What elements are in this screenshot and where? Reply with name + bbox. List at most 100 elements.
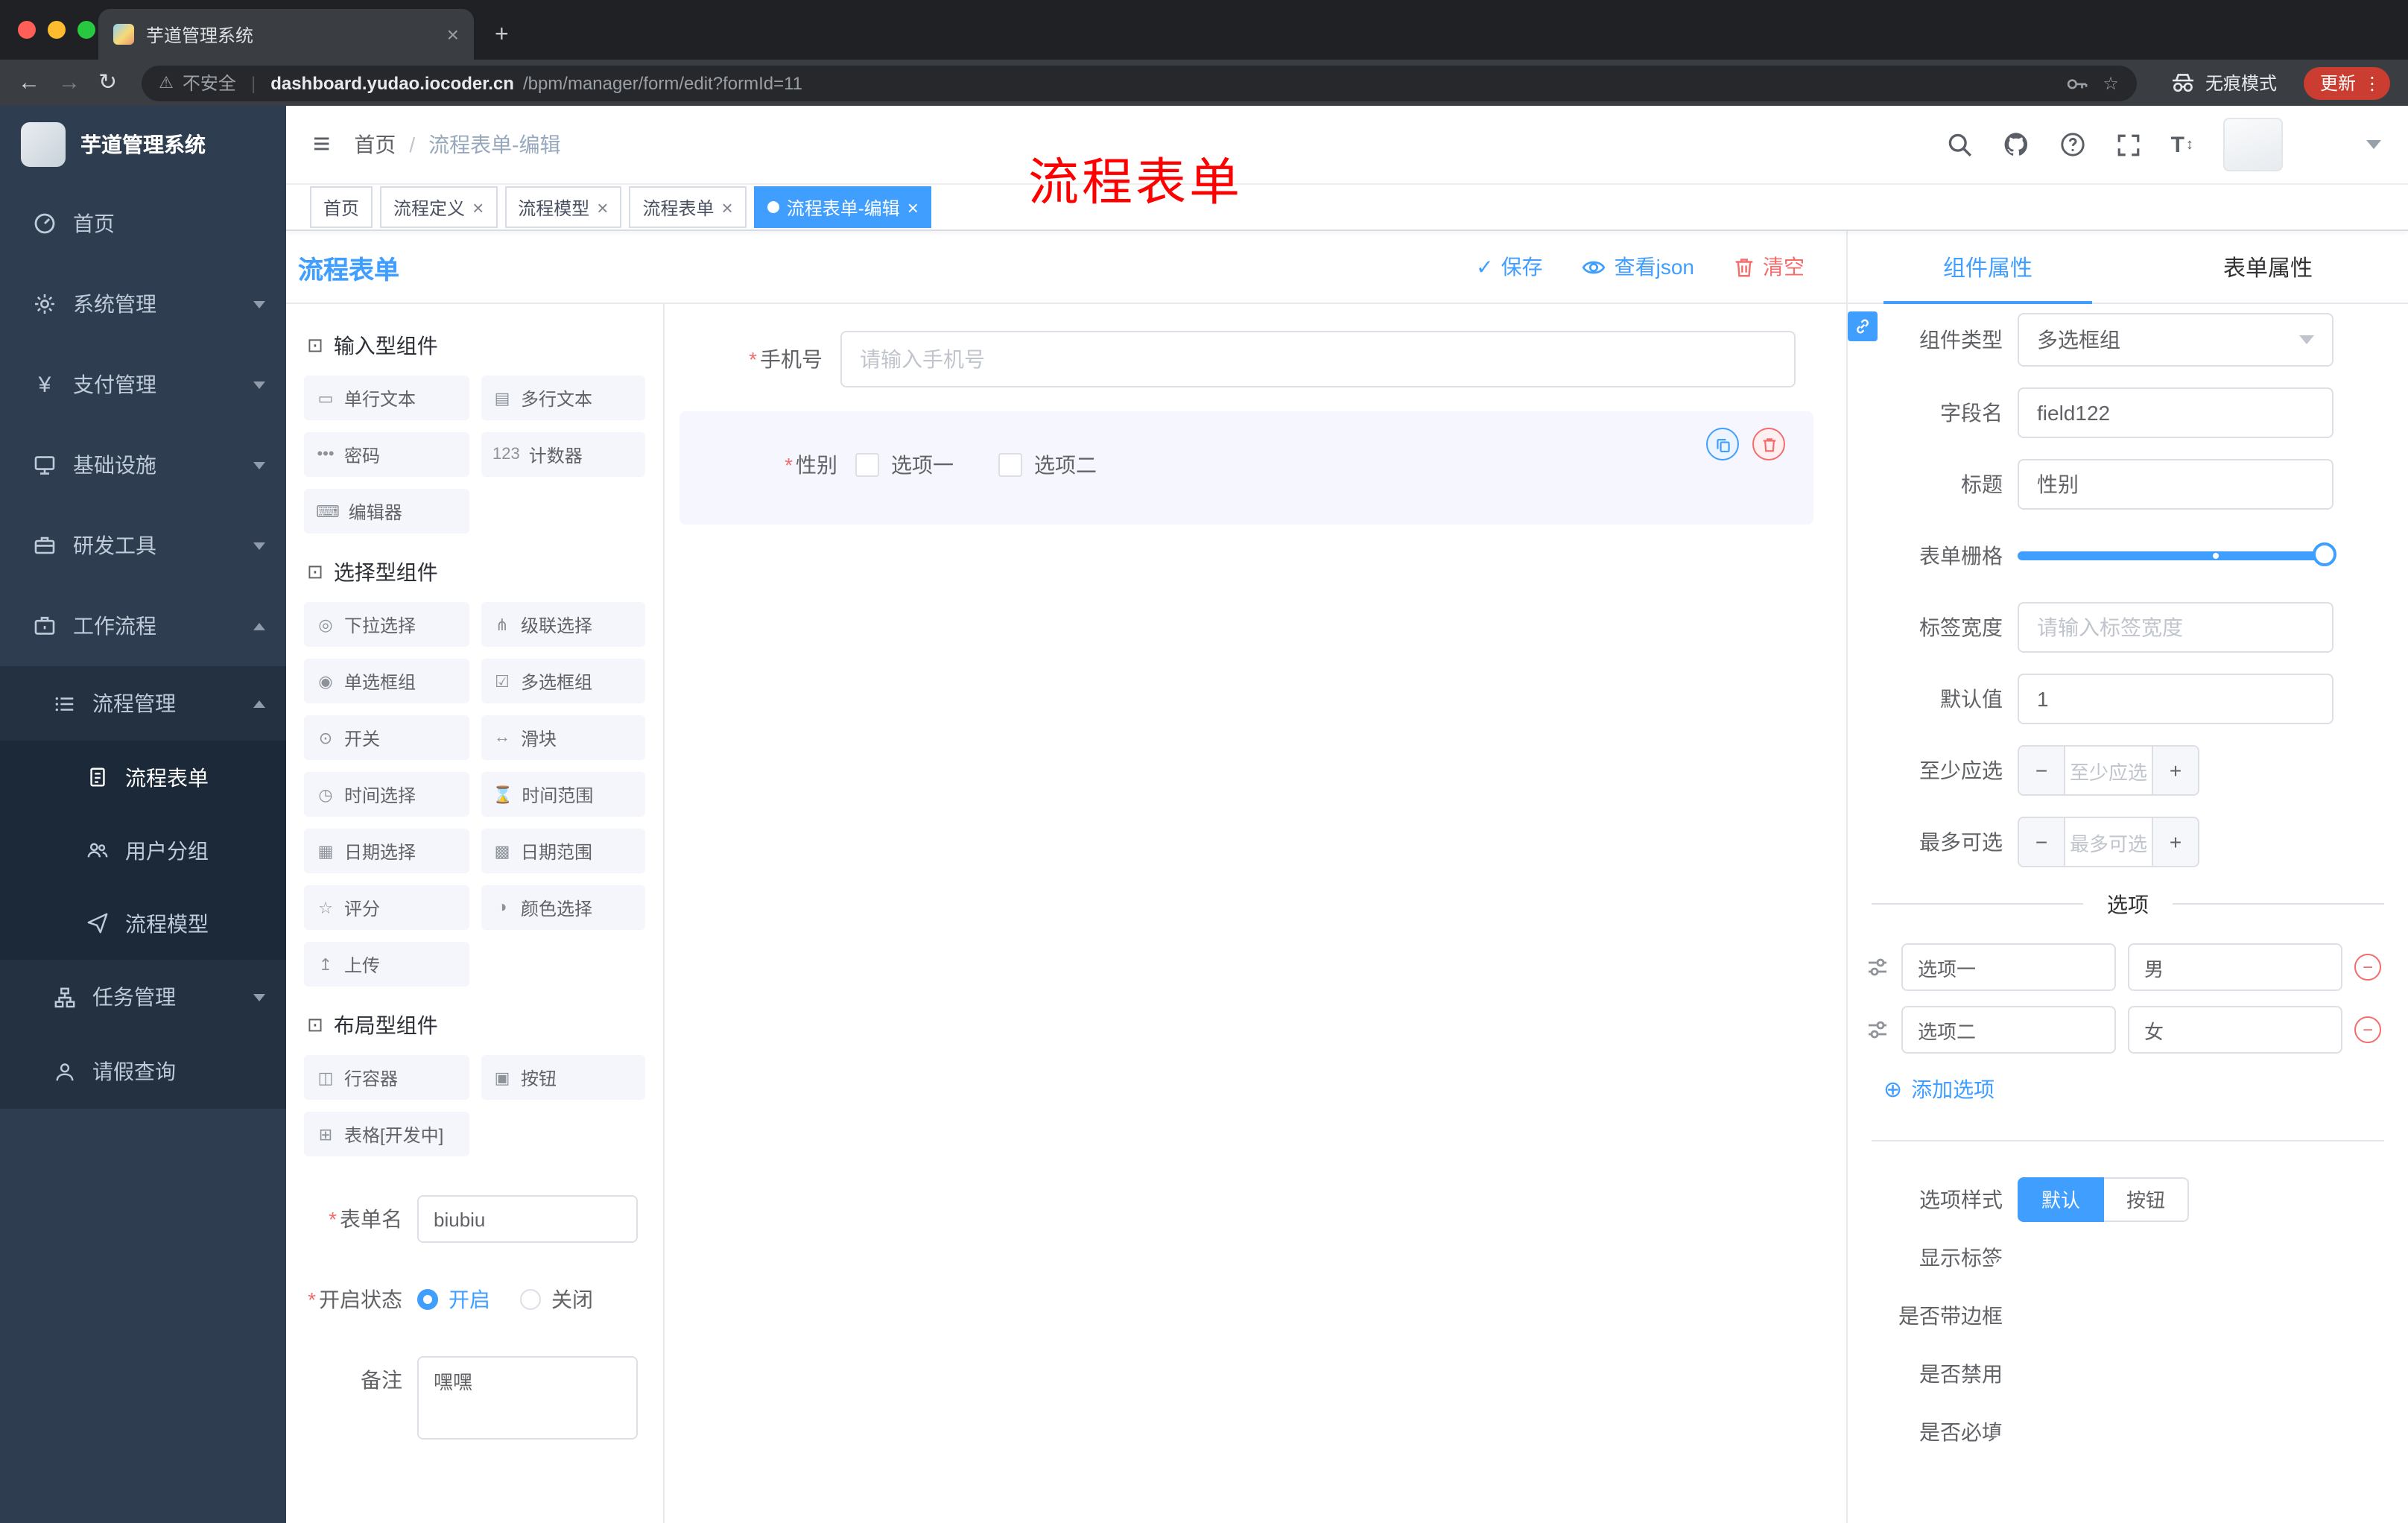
option-label-input[interactable]: [1901, 1006, 2116, 1054]
tag-process-model[interactable]: 流程模型 ×: [504, 186, 622, 228]
link-field-button[interactable]: [1848, 311, 1878, 341]
font-size-icon[interactable]: T ↕: [2171, 132, 2193, 157]
max-select-stepper[interactable]: − 最多可选 +: [2018, 817, 2199, 867]
label-width-input[interactable]: [2018, 602, 2333, 653]
sidebar-item-user-group[interactable]: 用户分组: [0, 814, 286, 887]
palette-item-time-range[interactable]: ⌛ 时间范围: [481, 772, 645, 817]
sidebar-item-process-mgmt[interactable]: 流程管理: [0, 666, 286, 741]
palette-item-textarea[interactable]: ▤ 多行文本: [481, 376, 645, 420]
palette-item-select[interactable]: ◎ 下拉选择: [304, 602, 469, 647]
gender-option-1-checkbox[interactable]: 选项一: [855, 450, 954, 480]
status-on-radio[interactable]: 开启: [417, 1285, 490, 1314]
sidebar-item-home[interactable]: 首页: [0, 183, 286, 264]
palette-item-table[interactable]: ⊞ 表格[开发中]: [304, 1112, 469, 1156]
increase-button[interactable]: +: [2152, 747, 2198, 794]
option-value-input[interactable]: [2128, 943, 2342, 991]
update-button[interactable]: 更新 ⋮: [2303, 66, 2390, 99]
reload-icon[interactable]: ↻: [98, 72, 117, 94]
tag-process-form-edit[interactable]: 流程表单-编辑 ×: [753, 186, 932, 228]
tab-component-props[interactable]: 组件属性: [1848, 231, 2128, 304]
palette-item-color[interactable]: ◑ 颜色选择: [481, 885, 645, 930]
checkbox-box[interactable]: [855, 453, 879, 477]
new-tab-button[interactable]: +: [495, 23, 509, 48]
sidebar-item-leave-query[interactable]: 请假查询: [0, 1034, 286, 1109]
sidebar-logo[interactable]: 芋道管理系统: [0, 106, 286, 183]
dropdown-caret-icon[interactable]: [2366, 140, 2381, 149]
status-off-radio[interactable]: 关闭: [520, 1285, 593, 1314]
avatar[interactable]: [2223, 118, 2283, 171]
palette-item-upload[interactable]: ↥ 上传: [304, 942, 469, 987]
palette-item-checkbox-group[interactable]: ☑ 多选框组: [481, 659, 645, 703]
palette-item-radio-group[interactable]: ◉ 单选框组: [304, 659, 469, 703]
palette-item-cascader[interactable]: ⋔ 级联选择: [481, 602, 645, 647]
fullscreen-icon[interactable]: [2116, 132, 2141, 157]
github-icon[interactable]: [2003, 131, 2030, 158]
sidebar-toggle-icon[interactable]: ≡: [313, 127, 330, 162]
drag-handle-icon[interactable]: [1866, 1018, 1889, 1042]
canvas-field-phone[interactable]: * 手机号: [679, 331, 1796, 387]
add-option-button[interactable]: ⊕ 添加选项: [1883, 1074, 2408, 1104]
option-label-input[interactable]: [1901, 943, 2116, 991]
form-remark-textarea[interactable]: 嘿嘿: [417, 1356, 638, 1440]
browser-menu-icon[interactable]: ⋮: [2363, 72, 2381, 93]
close-icon[interactable]: ×: [907, 196, 919, 218]
field-name-input[interactable]: [2018, 387, 2333, 438]
tag-home[interactable]: 首页: [310, 186, 373, 228]
bookmark-star-icon[interactable]: ☆: [2103, 72, 2119, 93]
form-grid-slider[interactable]: [2018, 531, 2336, 581]
palette-item-editor[interactable]: ⌨ 编辑器: [304, 489, 469, 533]
sidebar-item-payment[interactable]: ¥ 支付管理: [0, 344, 286, 425]
browser-tab[interactable]: 芋道管理系统 ×: [98, 9, 474, 60]
component-type-select[interactable]: 多选框组: [2018, 313, 2333, 367]
close-window-button[interactable]: [18, 21, 36, 39]
style-default-button[interactable]: 默认: [2018, 1177, 2105, 1222]
palette-item-slider[interactable]: ↔ 滑块: [481, 715, 645, 760]
increase-button[interactable]: +: [2152, 818, 2198, 866]
search-icon[interactable]: [1946, 131, 1973, 158]
palette-item-single-text[interactable]: ▭ 单行文本: [304, 376, 469, 420]
sidebar-item-system[interactable]: 系统管理: [0, 264, 286, 344]
sidebar-item-infra[interactable]: 基础设施: [0, 425, 286, 505]
palette-item-time[interactable]: ◷ 时间选择: [304, 772, 469, 817]
address-bar[interactable]: ⚠ 不安全 | dashboard.yudao.iocoder.cn /bpm/…: [141, 65, 2137, 101]
palette-item-counter[interactable]: 123 计数器: [481, 432, 645, 477]
close-icon[interactable]: ×: [597, 196, 608, 218]
decrease-button[interactable]: −: [2019, 747, 2065, 794]
tab-form-props[interactable]: 表单属性: [2128, 231, 2408, 303]
canvas-field-gender-selected[interactable]: * 性别 选项一 选项二: [679, 411, 1813, 525]
tag-process-definition[interactable]: 流程定义 ×: [380, 186, 498, 228]
min-select-stepper[interactable]: − 至少应选 +: [2018, 745, 2199, 796]
form-canvas[interactable]: *手机号 *性别: [665, 304, 1846, 1523]
sidebar-item-workflow[interactable]: 工作流程: [0, 586, 286, 666]
clear-button[interactable]: 清空: [1733, 252, 1805, 282]
palette-item-switch[interactable]: ⊙ 开关: [304, 715, 469, 760]
slider-track[interactable]: [2018, 551, 2322, 560]
gender-option-2-checkbox[interactable]: 选项二: [998, 450, 1097, 480]
palette-item-date-range[interactable]: ▩ 日期范围: [481, 829, 645, 873]
palette-item-password[interactable]: ••• 密码: [304, 432, 469, 477]
form-name-input[interactable]: [417, 1195, 638, 1243]
close-icon[interactable]: ×: [722, 196, 733, 218]
sidebar-item-process-model[interactable]: 流程模型: [0, 887, 286, 960]
drag-handle-icon[interactable]: [1866, 955, 1889, 979]
close-tab-icon[interactable]: ×: [447, 22, 459, 46]
decrease-button[interactable]: −: [2019, 818, 2065, 866]
back-icon[interactable]: ←: [18, 72, 40, 94]
palette-item-rate[interactable]: ☆ 评分: [304, 885, 469, 930]
slider-handle[interactable]: [2313, 542, 2336, 566]
phone-input[interactable]: [840, 331, 1796, 387]
copy-field-button[interactable]: [1706, 428, 1739, 460]
breadcrumb-home[interactable]: 首页: [354, 130, 396, 159]
save-button[interactable]: ✓ 保存: [1476, 252, 1542, 282]
delete-field-button[interactable]: [1752, 428, 1785, 460]
key-icon[interactable]: [2065, 72, 2088, 94]
palette-item-button[interactable]: ▣ 按钮: [481, 1055, 645, 1100]
sidebar-item-task-mgmt[interactable]: 任务管理: [0, 960, 286, 1034]
canvas-field-gender[interactable]: * 性别 选项一 选项二: [694, 450, 1763, 480]
title-input[interactable]: [2018, 459, 2333, 510]
help-icon[interactable]: [2059, 131, 2086, 158]
view-json-button[interactable]: 查看json: [1582, 252, 1694, 282]
sidebar-item-devtools[interactable]: 研发工具: [0, 505, 286, 586]
minimize-window-button[interactable]: [48, 21, 66, 39]
remove-option-button[interactable]: −: [2354, 954, 2381, 981]
